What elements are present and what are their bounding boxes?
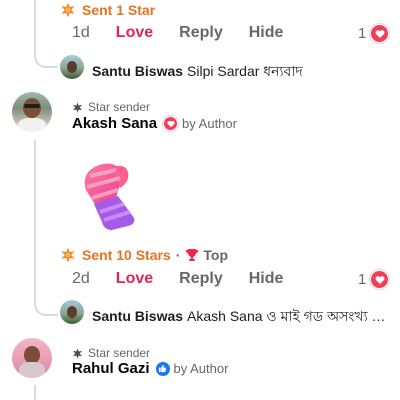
separator: ·	[175, 247, 181, 263]
timestamp: 1d	[72, 24, 90, 41]
thread-elbow	[34, 44, 58, 68]
star-burst-icon	[61, 247, 75, 263]
like-thumb-icon	[155, 361, 170, 376]
avatar[interactable]	[12, 338, 52, 378]
mitten-sticker	[84, 163, 135, 230]
hide-button[interactable]: Hide	[249, 270, 284, 288]
avatar[interactable]	[60, 55, 84, 79]
badge-text: Star sender	[88, 100, 151, 114]
badge-text: Star sender	[88, 346, 151, 360]
reply-button[interactable]: Reply	[179, 24, 223, 42]
star-sender-badge: Star sender	[72, 100, 150, 114]
small-star-icon	[72, 101, 83, 113]
comment-actions: 1d Love Reply Hide	[72, 24, 309, 42]
avatar[interactable]	[12, 92, 52, 132]
comment-header: Akash Sana by Author	[72, 115, 237, 132]
reply-preview[interactable]: Santu Biswas Akash Sana ও মাই গড অসংখ্য অ…	[92, 305, 392, 329]
heart-badge-icon	[163, 116, 179, 131]
heart-badge-icon	[370, 24, 390, 43]
reply-preview[interactable]: Santu Biswas Silpi Sardar ধন্যবাদ	[92, 60, 392, 84]
stars-sent-line: Sent 10 Stars · Top	[60, 247, 228, 263]
thread-line	[34, 0, 36, 44]
stars-sent-line: Sent 1 Star	[60, 2, 155, 18]
reply-snippet: Akash Sana ও মাই গড অসংখ্য অ...	[187, 308, 392, 324]
heart-badge-icon	[370, 270, 390, 289]
stars-sent-text: Sent 1 Star	[82, 2, 156, 18]
author-name[interactable]: Akash Sana	[72, 115, 157, 132]
thread-line	[34, 140, 36, 300]
reply-author: Santu Biswas	[92, 63, 184, 79]
reply-snippet: Silpi Sardar ধন্যবাদ	[187, 63, 303, 79]
hide-button[interactable]: Hide	[249, 24, 284, 42]
love-button[interactable]: Love	[116, 24, 153, 42]
top-label: Top	[203, 247, 229, 263]
thread-line	[34, 385, 36, 400]
reaction-summary[interactable]: 1	[358, 270, 390, 289]
stars-sent-text: Sent 10 Stars	[82, 247, 171, 263]
star-sender-badge: Star sender	[72, 346, 150, 360]
author-name[interactable]: Rahul Gazi	[72, 360, 150, 377]
timestamp: 2d	[72, 270, 90, 287]
comment-actions: 2d Love Reply Hide	[72, 270, 309, 288]
author-label: by Author	[173, 361, 229, 376]
author-label: by Author	[182, 116, 237, 131]
thread-elbow	[34, 290, 58, 316]
reaction-count: 1	[358, 25, 367, 42]
small-star-icon	[72, 347, 83, 359]
reply-author: Santu Biswas	[92, 308, 184, 324]
star-burst-icon	[61, 2, 75, 18]
trophy-icon	[186, 249, 199, 261]
comment-header: Rahul Gazi by Author	[72, 360, 228, 377]
love-button[interactable]: Love	[116, 270, 153, 288]
avatar[interactable]	[60, 300, 84, 324]
reply-button[interactable]: Reply	[179, 270, 223, 288]
reaction-summary[interactable]: 1	[358, 24, 390, 43]
reaction-count: 1	[358, 271, 367, 288]
